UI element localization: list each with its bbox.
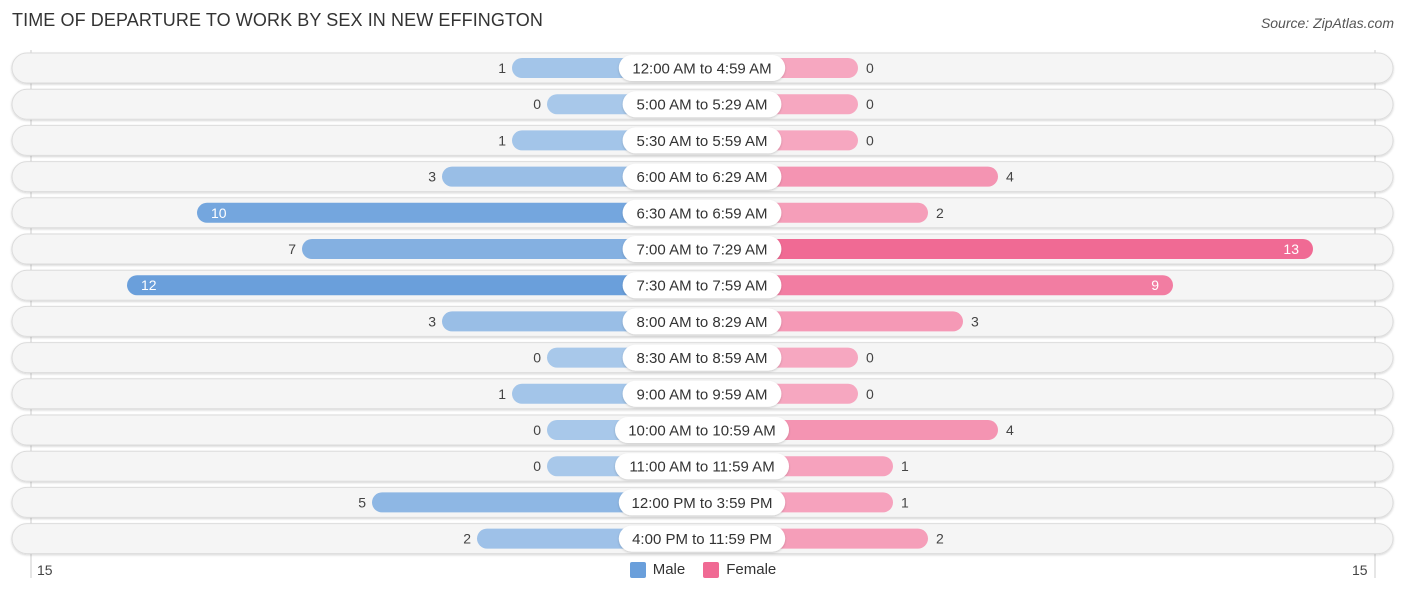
value-label-male: 0 [533,458,541,474]
value-label-female: 4 [1006,169,1014,185]
value-label-male: 1 [498,60,506,76]
row-10: 10:00 AM to 10:59 AM 0 4 [11,414,1394,446]
legend-label-female: Female [726,561,777,578]
value-label-male: 10 [211,205,227,221]
category-label: 8:00 AM to 8:29 AM [637,314,768,331]
value-label-male: 5 [358,494,366,510]
value-label-male: 2 [463,531,471,547]
category-label: 7:00 AM to 7:29 AM [637,242,768,259]
value-label-male: 1 [498,386,506,402]
category-label: 4:00 PM to 11:59 PM [632,531,772,548]
value-label-female: 9 [1151,277,1159,293]
value-label-female: 1 [901,458,909,474]
chart-area: 12:00 AM to 4:59 AM1 05:00 AM to 5:29 AM0… [11,50,1394,578]
bar-female [702,239,1313,259]
legend-item-female[interactable]: Female [703,561,776,578]
value-label-male: 3 [428,313,436,329]
row-8: 8:30 AM to 8:59 AM 0 0 [11,342,1394,374]
value-label-female: 0 [866,132,874,148]
row-3: 6:00 AM to 6:29 AM 3 4 [11,161,1394,193]
legend-swatch-female [703,561,720,578]
category-label: 8:30 AM to 8:59 AM [637,350,768,367]
bar-male [127,275,702,296]
value-label-female: 3 [971,313,979,329]
category-label: 12:00 AM to 4:59 AM [632,61,771,78]
category-label: 9:00 AM to 9:59 AM [637,386,768,403]
category-label: 11:00 AM to 11:59 AM [629,459,774,476]
row-11: 11:00 AM to 11:59 AM 0 1 [11,450,1394,482]
value-label-female: 0 [866,386,874,402]
value-label-female: 13 [1283,241,1299,257]
value-label-male: 0 [533,96,541,112]
category-label: 6:30 AM to 6:59 AM [637,205,768,222]
legend-item-male[interactable]: Male [629,561,686,578]
row-1: 5:00 AM to 5:29 AM 0 0 [11,88,1394,120]
value-label-male: 1 [498,132,506,148]
value-label-female: 0 [866,350,874,366]
value-label-female: 1 [901,494,909,510]
value-label-male: 0 [533,422,541,438]
legend-label-male: Male [652,561,686,578]
value-label-female: 0 [866,60,874,76]
row-6: 7:30 AM to 7:59 AM 12 9 [11,269,1394,301]
value-label-female: 4 [1006,422,1014,438]
legend: Male Female [0,561,1406,578]
value-label-female: 2 [936,205,944,221]
row-7: 8:00 AM to 8:29 AM 3 3 [11,305,1394,337]
row-2: 5:30 AM to 5:59 AM 1 0 [11,124,1394,156]
category-label: 7:30 AM to 7:59 AM [637,278,768,295]
value-label-male: 12 [141,277,157,293]
legend-swatch-male [629,561,646,578]
category-label: 10:00 AM to 10:59 AM [628,423,776,440]
category-label: 5:00 AM to 5:29 AM [637,97,768,114]
row-5: 7:00 AM to 7:29 AM 7 13 [11,233,1394,265]
row-12: 12:00 PM to 3:59 PM 5 1 [11,486,1394,518]
value-label-male: 3 [428,169,436,185]
value-label-male: 7 [288,241,296,257]
row-9: 9:00 AM to 9:59 AM 1 0 [11,378,1394,410]
value-label-female: 2 [936,531,944,547]
value-label-female: 0 [866,96,874,112]
value-label-male: 0 [533,350,541,366]
category-label: 6:00 AM to 6:29 AM [637,169,768,186]
row-4: 6:30 AM to 6:59 AM 10 2 [11,197,1394,229]
category-label: 12:00 PM to 3:59 PM [632,495,773,512]
category-label: 5:30 AM to 5:59 AM [637,133,768,150]
row-0: 12:00 AM to 4:59 AM 1 0 [11,52,1394,84]
row-13: 4:00 PM to 11:59 PM 2 2 [11,523,1394,555]
